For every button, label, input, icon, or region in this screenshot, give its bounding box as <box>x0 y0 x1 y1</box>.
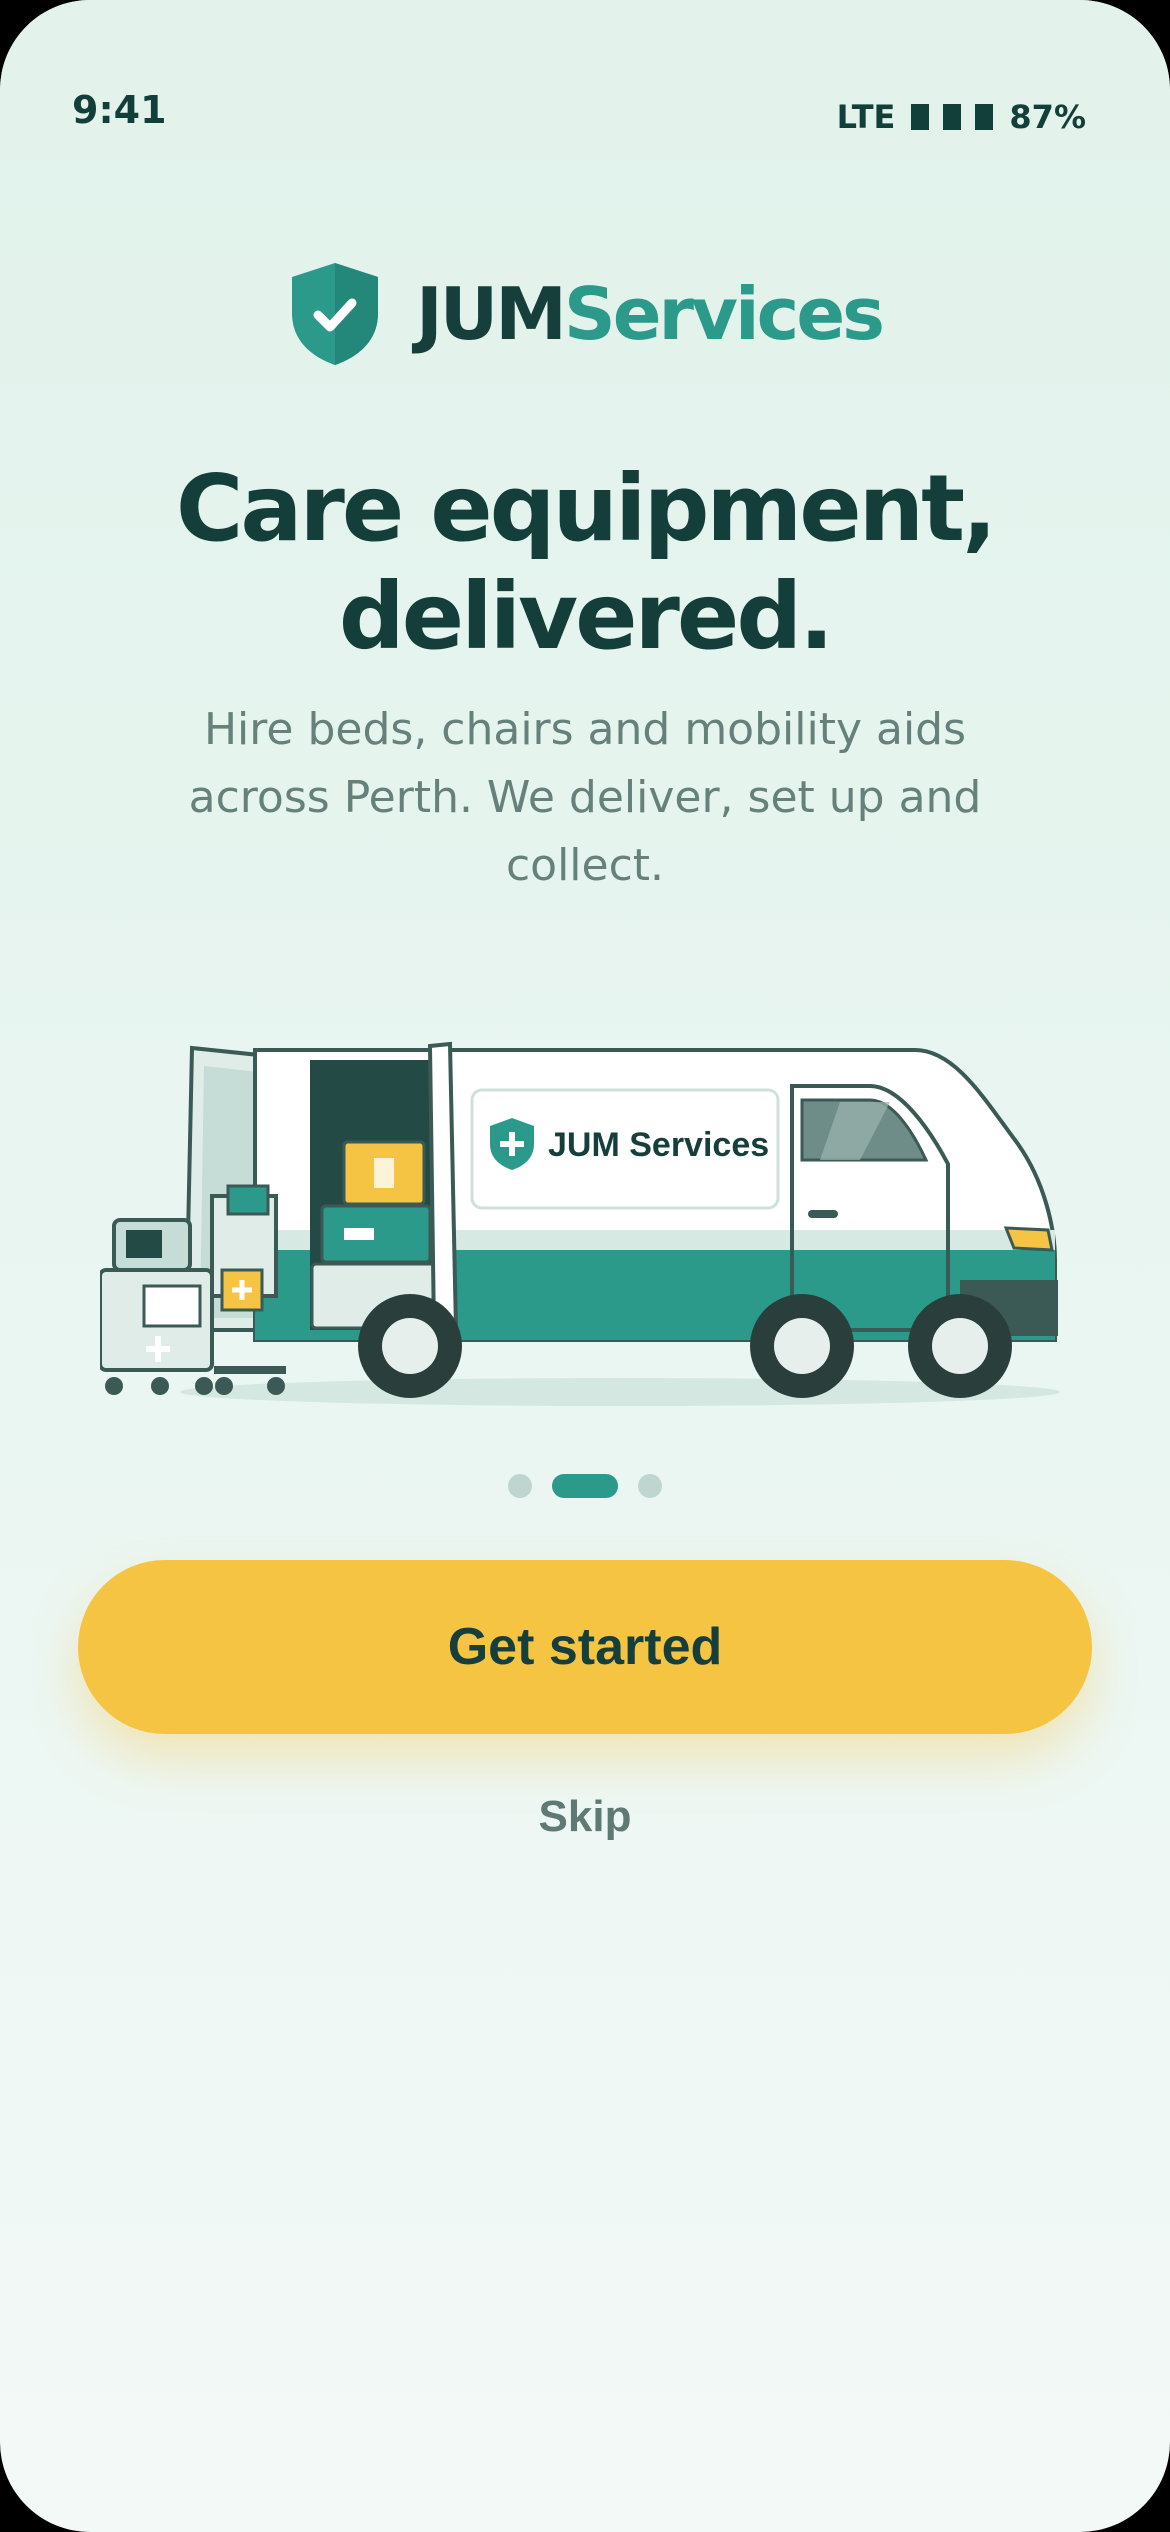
network-label: LTE <box>836 98 896 136</box>
signal-icon <box>911 104 994 130</box>
battery-label: 87% <box>1009 98 1086 136</box>
page-dot-active[interactable] <box>552 1474 618 1498</box>
headline: Care equipment, delivered. <box>0 455 1170 671</box>
brand-name-jum: JUM <box>415 272 567 356</box>
brand-logo: JUMServices <box>0 258 1170 370</box>
onboarding-screen: 9:41 LTE 87% JUMServices Care equipment,… <box>0 0 1170 2532</box>
van-logo-text: JUM Services <box>548 1126 769 1164</box>
page-dot[interactable] <box>508 1474 532 1498</box>
status-indicators: LTE 87% <box>837 98 1086 136</box>
get-started-button[interactable]: Get started <box>78 1560 1092 1734</box>
delivery-van-illustration: JUM Services <box>100 1041 1060 1406</box>
page-indicator <box>0 1474 1170 1498</box>
status-time: 9:41 <box>72 88 167 132</box>
page-dot[interactable] <box>638 1474 662 1498</box>
shield-check-icon <box>291 263 378 365</box>
headline-line-2: delivered. <box>338 563 834 670</box>
status-bar: 9:41 LTE 87% <box>0 0 1170 155</box>
subtext: Hire beds, chairs and mobility aids acro… <box>188 704 982 891</box>
brand-wordmark: JUMServices <box>415 272 885 356</box>
brand-name-services: Services <box>563 272 885 356</box>
headline-line-1: Care equipment, <box>175 455 997 562</box>
skip-link[interactable]: Skip <box>0 1792 1170 1842</box>
